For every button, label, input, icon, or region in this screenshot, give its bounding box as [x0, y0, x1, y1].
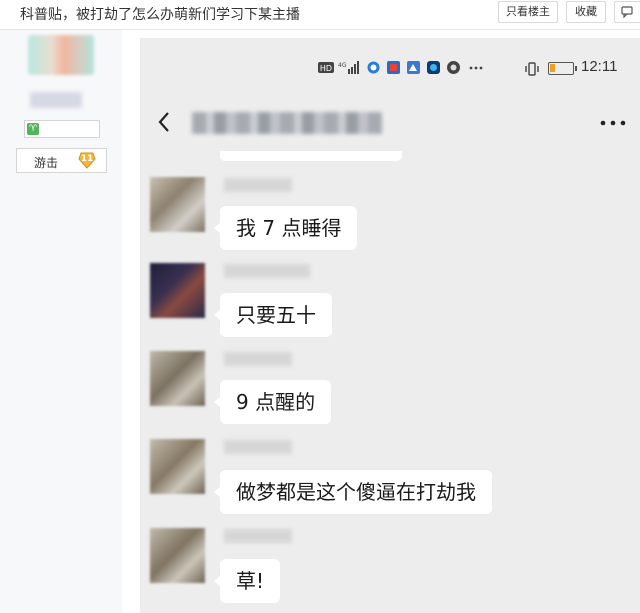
previous-message-bubble: [220, 151, 402, 161]
app-icon: [447, 61, 460, 74]
vibrate-icon: [525, 62, 539, 76]
app-icon: [387, 61, 400, 74]
username[interactable]: [30, 92, 82, 108]
status-bar: HD 4G 12:11: [140, 54, 640, 78]
message-bubble: 草!: [213, 559, 281, 603]
chat-screenshot: HD 4G 12:11 我 7 点睡得 只要五十 9 点醒的 做梦都是这个傻逼在…: [140, 38, 640, 613]
thread-header: 科普贴，被打劫了怎么办萌新们学习下某主播 只看楼主 收藏: [0, 0, 640, 30]
sender-name: [224, 264, 310, 278]
only-author-button[interactable]: 只看楼主: [498, 1, 558, 23]
sender-avatar[interactable]: [150, 177, 205, 232]
app-icon: [427, 61, 440, 74]
sender-avatar[interactable]: [150, 528, 205, 583]
follow-label: 游击: [34, 156, 59, 170]
level-badge-number: 11: [80, 154, 94, 164]
clock: 12:11: [581, 58, 618, 75]
thread-title: 科普贴，被打劫了怎么办萌新们学习下某主播: [20, 7, 300, 23]
leaf-level-icon: ♈: [27, 123, 39, 135]
chat-header: [140, 100, 640, 144]
reply-icon: [621, 6, 633, 19]
contact-name: [192, 112, 382, 134]
battery-icon: [548, 62, 577, 75]
sender-name: [224, 529, 292, 543]
sender-avatar[interactable]: [150, 263, 205, 318]
avatar[interactable]: [28, 35, 94, 75]
user-level-box: ♈: [24, 120, 100, 138]
sender-avatar[interactable]: [150, 351, 205, 406]
message-bubble: 做梦都是这个傻逼在打劫我: [214, 470, 492, 514]
more-dots-icon: [469, 66, 483, 70]
user-sidebar: ♈ 游击 11: [0, 30, 122, 613]
message-bubble: 只要五十: [214, 293, 332, 337]
message-bubble: 9 点醒的: [213, 380, 332, 424]
app-icon: [367, 61, 380, 74]
app-icon: [407, 61, 420, 74]
follow-button[interactable]: 游击 11: [16, 148, 107, 173]
more-icon[interactable]: [600, 120, 626, 126]
back-icon[interactable]: [156, 110, 172, 134]
message-bubble: 我 7 点睡得: [213, 206, 358, 250]
level-badge: 11: [78, 152, 96, 169]
4g-signal-icon: 4G: [338, 61, 359, 74]
reply-button[interactable]: [614, 1, 640, 23]
sender-name: [224, 352, 292, 366]
svg-text:HD: HD: [320, 64, 332, 73]
favorite-button[interactable]: 收藏: [566, 1, 606, 23]
sender-name: [224, 440, 292, 454]
sender-avatar[interactable]: [150, 439, 205, 494]
svg-text:4G: 4G: [338, 62, 347, 69]
hd-icon: HD: [318, 62, 334, 73]
sender-name: [224, 178, 292, 192]
